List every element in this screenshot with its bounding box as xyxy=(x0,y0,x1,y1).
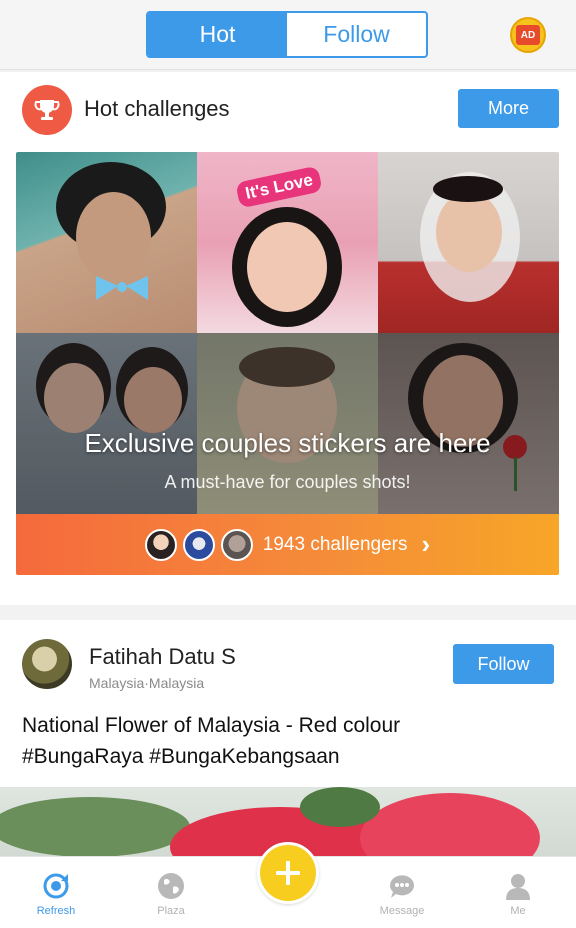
post-card: Fatihah Datu S Malaysia·Malaysia Follow … xyxy=(0,620,576,860)
trophy-icon xyxy=(22,85,72,135)
hot-challenges-card: Hot challenges More It's Love Exclusive … xyxy=(0,72,576,605)
nav-message[interactable]: Message xyxy=(362,857,442,928)
nav-refresh[interactable]: Refresh xyxy=(16,857,96,928)
caption-hashtags[interactable]: #BungaRaya #BungaKebangsaan xyxy=(22,741,562,772)
feed-tab-switcher: Hot Follow xyxy=(146,11,428,58)
challenge-photo: It's Love xyxy=(197,152,378,333)
its-love-sticker: It's Love xyxy=(235,165,324,209)
more-button[interactable]: More xyxy=(458,89,559,128)
challenger-avatar xyxy=(182,528,215,561)
challenger-avatar xyxy=(144,528,177,561)
post-caption: National Flower of Malaysia - Red colour… xyxy=(22,710,562,772)
challenge-photo xyxy=(16,152,197,333)
challenger-avatar xyxy=(220,528,253,561)
follow-button[interactable]: Follow xyxy=(453,644,554,684)
ad-badge-label: AD xyxy=(516,25,540,45)
refresh-icon xyxy=(43,873,69,899)
author-location: Malaysia·Malaysia xyxy=(89,675,205,691)
caption-line: National Flower of Malaysia - Red colour xyxy=(22,714,401,737)
ad-badge-button[interactable]: AD xyxy=(510,17,546,53)
chat-icon xyxy=(389,875,414,898)
top-bar: Hot Follow AD xyxy=(0,0,576,70)
create-post-button[interactable] xyxy=(257,842,319,904)
bow-tie-icon xyxy=(96,276,148,300)
tab-hot[interactable]: Hot xyxy=(148,13,287,56)
author-avatar[interactable] xyxy=(22,639,72,689)
challengers-bar[interactable]: 1943 challengers › xyxy=(16,514,559,575)
nav-label: Me xyxy=(510,905,526,917)
banner-headline: Exclusive couples stickers are here xyxy=(84,428,491,458)
nav-me[interactable]: Me xyxy=(478,857,558,928)
nav-label: Message xyxy=(379,905,425,917)
nav-plaza[interactable]: Plaza xyxy=(131,857,211,928)
nav-label: Refresh xyxy=(36,905,76,917)
banner-subline: A must-have for couples shots! xyxy=(164,472,411,492)
tab-follow[interactable]: Follow xyxy=(287,13,426,56)
chevron-right-icon: › xyxy=(421,529,431,559)
section-title: Hot challenges xyxy=(84,96,230,121)
person-icon xyxy=(506,874,530,900)
challenge-banner[interactable]: It's Love Exclusive couples stickers are… xyxy=(16,152,559,575)
plus-icon xyxy=(276,861,300,885)
nav-label: Plaza xyxy=(157,905,185,917)
globe-icon xyxy=(158,873,184,899)
app-screen: Hot Follow AD Hot challenges More It's L… xyxy=(0,0,576,928)
challengers-count: 1943 challengers xyxy=(262,533,408,555)
challenge-photo xyxy=(378,152,559,333)
author-name[interactable]: Fatihah Datu S xyxy=(89,644,236,670)
